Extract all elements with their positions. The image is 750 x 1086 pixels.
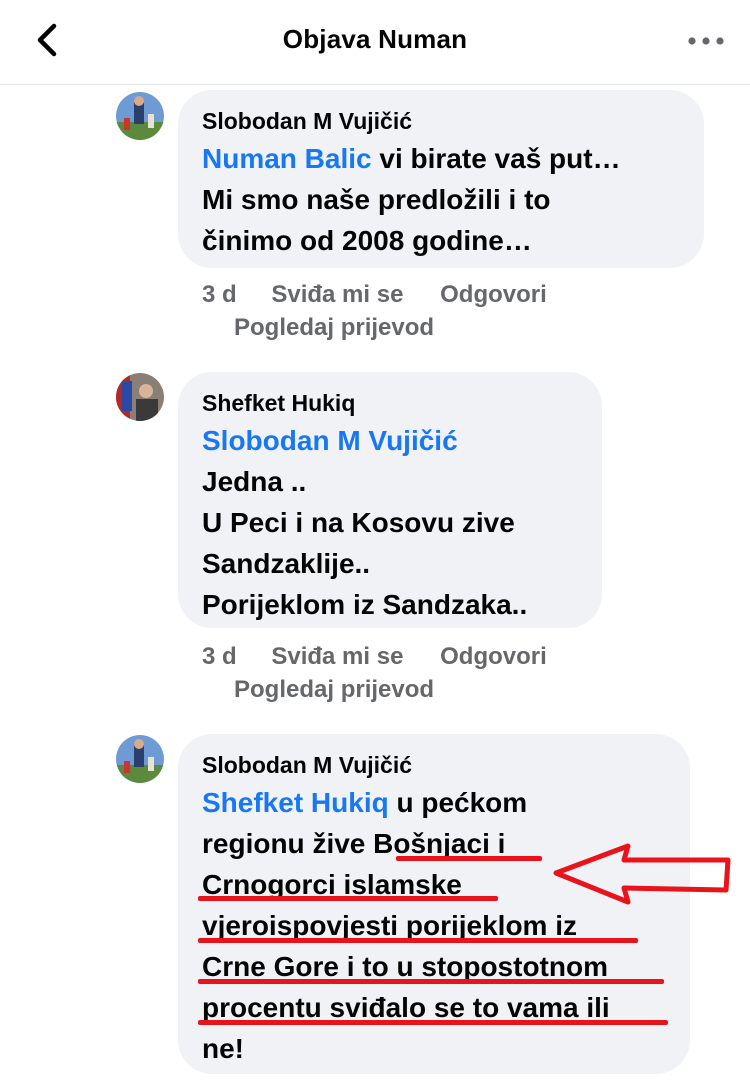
- annotation-underline: [198, 1020, 668, 1025]
- annotation-underline: [396, 856, 542, 861]
- timestamp: 3 d: [202, 643, 237, 670]
- comment-author[interactable]: Slobodan M Vujičić: [202, 750, 666, 780]
- comment-text: Numan Balic vi birate vaš put… Mi smo naš…: [202, 143, 621, 256]
- comment-actions: 3 d Sviđa mi se Odgovori: [202, 280, 547, 310]
- reply-button[interactable]: Odgovori: [440, 643, 547, 670]
- comment-bubble: Shefket Hukiq Slobodan M Vujičić Jedna ..…: [178, 372, 602, 628]
- timestamp: 3 d: [202, 281, 237, 308]
- annotation-underline: [198, 938, 638, 943]
- comment-bubble: Slobodan M Vujičić Numan Balic vi birate…: [178, 90, 704, 268]
- comment-author[interactable]: Slobodan M Vujičić: [202, 106, 680, 136]
- mention-link[interactable]: Slobodan M Vujičić: [202, 425, 458, 456]
- see-translation-link[interactable]: Pogledaj prijevod: [234, 675, 434, 705]
- page-title: Objava Numan: [282, 24, 468, 54]
- comment-text: Slobodan M Vujičić Jedna .. U Peci i na Ko…: [202, 425, 528, 620]
- mention-link[interactable]: Numan Balic: [202, 143, 372, 174]
- mention-link[interactable]: Shefket Hukiq: [202, 787, 389, 818]
- top-bar: Objava Numan: [0, 0, 750, 85]
- avatar[interactable]: [116, 92, 164, 140]
- reply-button[interactable]: Odgovori: [440, 281, 547, 308]
- comment-actions: 3 d Sviđa mi se Odgovori: [202, 642, 547, 672]
- avatar[interactable]: [116, 735, 164, 783]
- comment-text: Shefket Hukiq u pećkom regionu žive Bošnj…: [202, 787, 610, 1064]
- annotation-underline: [198, 896, 498, 901]
- like-button[interactable]: Sviđa mi se: [271, 281, 403, 308]
- annotation-arrow-icon: [553, 843, 731, 905]
- more-button[interactable]: [686, 26, 726, 56]
- avatar[interactable]: [116, 373, 164, 421]
- annotation-underline: [198, 979, 664, 984]
- more-dots-icon: [688, 37, 724, 45]
- comment-author[interactable]: Shefket Hukiq: [202, 388, 578, 418]
- like-button[interactable]: Sviđa mi se: [271, 643, 403, 670]
- see-translation-link[interactable]: Pogledaj prijevod: [234, 313, 434, 343]
